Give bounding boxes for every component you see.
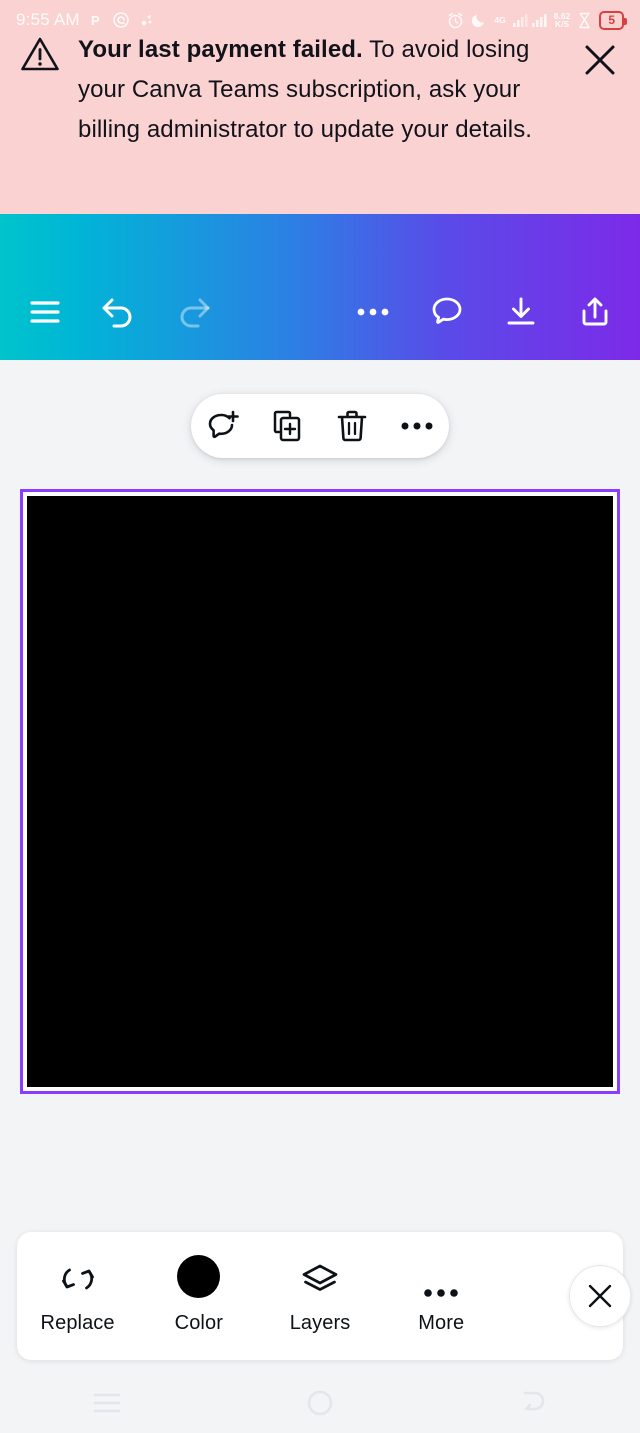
element-action-bar: Replace Color Layers More [17, 1232, 631, 1360]
redo-icon[interactable] [156, 275, 230, 349]
more-horizontal-icon [422, 1258, 460, 1298]
color-swatch-icon [177, 1254, 221, 1298]
hamburger-menu-icon[interactable] [8, 275, 82, 349]
element-context-toolbar [191, 394, 449, 458]
home-circle-icon[interactable] [280, 1380, 360, 1426]
android-navigation-bar [0, 1373, 640, 1433]
comment-bubble-icon[interactable] [410, 275, 484, 349]
more-horizontal-icon[interactable] [391, 400, 443, 452]
trash-icon[interactable] [326, 400, 378, 452]
more-label: More [418, 1311, 465, 1334]
color-swatch [177, 1254, 221, 1298]
banner-message: Your last payment failed. To avoid losin… [78, 30, 570, 150]
editor-toolbar-right-group [336, 275, 632, 349]
close-icon[interactable] [578, 38, 622, 82]
share-upload-icon[interactable] [558, 275, 632, 349]
close-icon[interactable] [569, 1265, 631, 1327]
recents-icon[interactable] [67, 1380, 147, 1426]
element-fill [27, 496, 613, 1087]
editor-toolbar-row [0, 264, 640, 360]
add-comment-icon[interactable] [197, 400, 249, 452]
warning-triangle-icon [20, 36, 60, 77]
replace-swap-icon [58, 1258, 98, 1298]
more-button[interactable]: More [381, 1232, 502, 1360]
color-label: Color [174, 1311, 223, 1334]
layers-button[interactable]: Layers [259, 1232, 380, 1360]
undo-icon[interactable] [82, 275, 156, 349]
more-horizontal-icon[interactable] [336, 275, 410, 349]
duplicate-icon[interactable] [262, 400, 314, 452]
design-canvas[interactable] [0, 360, 640, 1230]
banner-message-bold: Your last payment failed. [78, 36, 363, 63]
layers-label: Layers [289, 1311, 351, 1334]
layers-icon [300, 1258, 340, 1298]
back-arrow-icon[interactable] [493, 1380, 573, 1426]
editor-top-toolbar [0, 214, 640, 360]
download-icon[interactable] [484, 275, 558, 349]
replace-label: Replace [40, 1311, 115, 1334]
color-button[interactable]: Color [138, 1232, 259, 1360]
payment-failed-banner: Your last payment failed. To avoid losin… [0, 0, 640, 214]
replace-button[interactable]: Replace [17, 1232, 138, 1360]
selected-element[interactable] [20, 489, 620, 1094]
editor-toolbar-left-group [8, 275, 230, 349]
